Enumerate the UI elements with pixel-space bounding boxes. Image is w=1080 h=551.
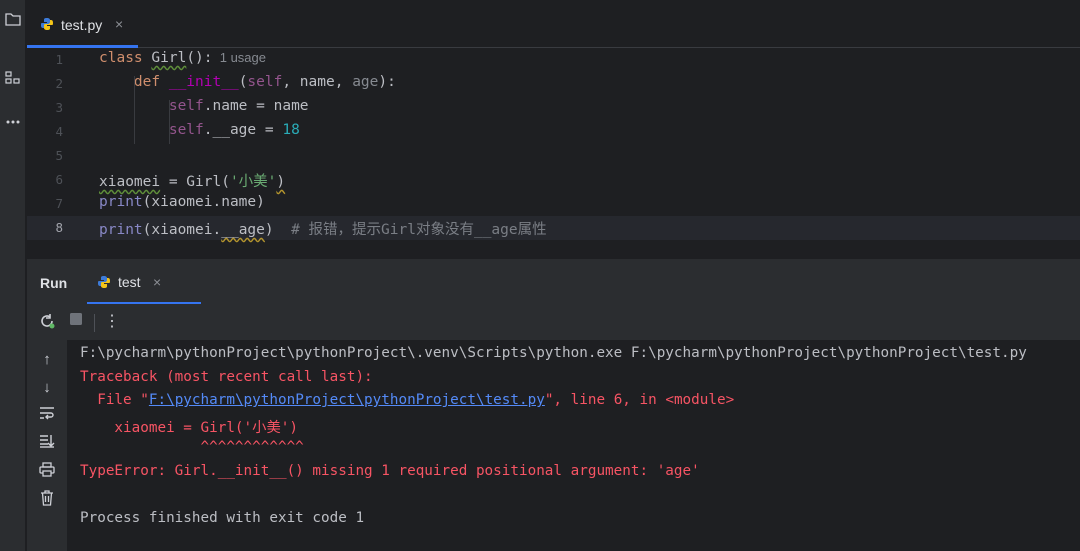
more-options-icon[interactable]: ⋮ [102, 312, 122, 332]
tool-window-strip [0, 0, 26, 551]
console-line: Process finished with exit code 1 [80, 510, 364, 526]
code-token: (xiaomei. [142, 222, 222, 238]
code-line[interactable]: 6 xiaomei = Girl('小美') [27, 168, 1080, 192]
line-number: 7 [55, 196, 63, 211]
run-panel-title: Run [40, 275, 68, 291]
console-text: ", line 6, in <module> [544, 392, 735, 409]
python-icon [97, 275, 111, 289]
editor-tab-bar: test.py × [27, 0, 1080, 48]
run-tab-label: test [118, 274, 141, 290]
run-panel-header: Run test × [27, 258, 1080, 305]
arrow-down-icon[interactable]: ↓ [37, 378, 57, 398]
console-text: Traceback (most recent call last): [80, 368, 373, 385]
code-token: ) [264, 222, 292, 238]
line-number: 4 [55, 124, 63, 139]
code-line[interactable]: 1 class Girl(): 1 usage [27, 48, 1080, 72]
console-output[interactable]: F:\pycharm\pythonProject\pythonProject\.… [67, 340, 1080, 551]
toolbar-divider [94, 314, 95, 332]
code-token: self [247, 74, 283, 90]
run-side-toolbar: ↑ ↓ [27, 340, 67, 551]
editor-tab-label: test.py [61, 17, 103, 33]
code-token: 1 usage [212, 50, 267, 65]
code-line[interactable]: 3 self.name = name [27, 96, 1080, 120]
more-icon[interactable] [0, 112, 26, 136]
line-number: 1 [55, 52, 63, 67]
console-line: F:\pycharm\pythonProject\pythonProject\.… [80, 345, 1027, 361]
code-text: print(xiaomei.name) [99, 194, 265, 210]
code-token: self [168, 122, 204, 138]
code-token: .name = name [203, 98, 309, 114]
run-toolbar: ⋮ [27, 304, 1080, 340]
code-text: print(xiaomei.__age) # 报错，提示Girl对象没有__ag… [99, 218, 547, 239]
line-number: 5 [55, 148, 63, 163]
code-token: , name, [282, 74, 353, 90]
code-line[interactable]: 8 print(xiaomei.__age) # 报错，提示Girl对象没有__a… [27, 216, 1080, 240]
code-line[interactable]: 4 self.__age = 18 [27, 120, 1080, 144]
code-token: .__age = [203, 122, 283, 138]
code-token: xiaomei [99, 174, 161, 190]
code-text: xiaomei = Girl('小美') [99, 170, 285, 191]
line-number: 6 [55, 172, 63, 187]
line-number: 2 [55, 76, 63, 91]
console-line: File "F:\pycharm\pythonProject\pythonPro… [80, 392, 734, 408]
console-text: TypeError: Girl.__init__() missing 1 req… [80, 463, 700, 479]
console-line: Traceback (most recent call last): [80, 369, 373, 385]
console-text: ^^^^^^^^^^^^ [80, 439, 304, 456]
print-icon[interactable] [37, 462, 57, 482]
code-token: print [99, 194, 143, 210]
code-text: self.__age = 18 [99, 122, 300, 138]
code-line[interactable]: 2 def __init__(self, name, age): [27, 72, 1080, 96]
code-token: __init__ [168, 74, 239, 90]
code-token: ): [378, 74, 396, 90]
soft-wrap-icon[interactable] [37, 406, 57, 426]
folder-icon[interactable] [0, 12, 26, 36]
code-token: age [352, 74, 379, 90]
indent-guide [169, 100, 170, 144]
code-token: def [133, 74, 169, 90]
code-token: 18 [282, 122, 300, 138]
structure-icon[interactable] [0, 70, 26, 94]
run-tab-test[interactable]: test × [87, 259, 201, 305]
close-icon[interactable]: × [153, 274, 161, 290]
code-token: Girl [151, 50, 187, 66]
line-number: 8 [55, 220, 63, 235]
indent-guide [134, 76, 135, 144]
stop-icon[interactable] [66, 312, 86, 332]
code-line[interactable]: 7 print(xiaomei.name) [27, 192, 1080, 216]
code-token: # 报错，提示Girl对象没有__age属性 [291, 222, 547, 238]
scroll-to-end-icon[interactable] [37, 434, 57, 454]
code-token: __age [221, 222, 265, 238]
console-text: Process finished with exit code 1 [80, 510, 365, 527]
code-token: ) [276, 174, 286, 190]
line-number: 3 [55, 100, 63, 115]
file-link[interactable]: F:\pycharm\pythonProject\pythonProject\t… [149, 392, 545, 408]
code-token: class [99, 50, 152, 66]
code-text: self.name = name [99, 98, 309, 114]
console-text: File " [80, 392, 149, 409]
code-text: class Girl(): 1 usage [99, 50, 266, 66]
code-token: = Girl( [160, 174, 230, 190]
console-text: F:\pycharm\pythonProject\pythonProject\.… [80, 345, 1027, 361]
editor-tab-test-py[interactable]: test.py × [27, 0, 138, 48]
code-line[interactable]: 5 [27, 144, 1080, 168]
rerun-icon[interactable] [37, 312, 57, 332]
code-editor[interactable]: 1 class Girl(): 1 usage 2 def __init__(sel… [27, 48, 1080, 258]
console-line: TypeError: Girl.__init__() missing 1 req… [80, 463, 700, 479]
code-token: self [168, 98, 204, 114]
code-token: '小美' [229, 174, 277, 190]
console-text: xiaomei = Girl('小美') [80, 419, 298, 436]
code-token: (xiaomei.name) [142, 194, 265, 210]
trash-icon[interactable] [37, 490, 57, 510]
code-text: def __init__(self, name, age): [99, 74, 396, 90]
console-line: ^^^^^^^^^^^^ [80, 439, 304, 455]
close-icon[interactable]: × [115, 16, 123, 32]
code-token: (): [186, 50, 213, 66]
python-file-icon [40, 17, 54, 31]
arrow-up-icon[interactable]: ↑ [37, 350, 57, 370]
console-line: xiaomei = Girl('小美') [80, 416, 298, 437]
code-token: print [99, 222, 143, 238]
